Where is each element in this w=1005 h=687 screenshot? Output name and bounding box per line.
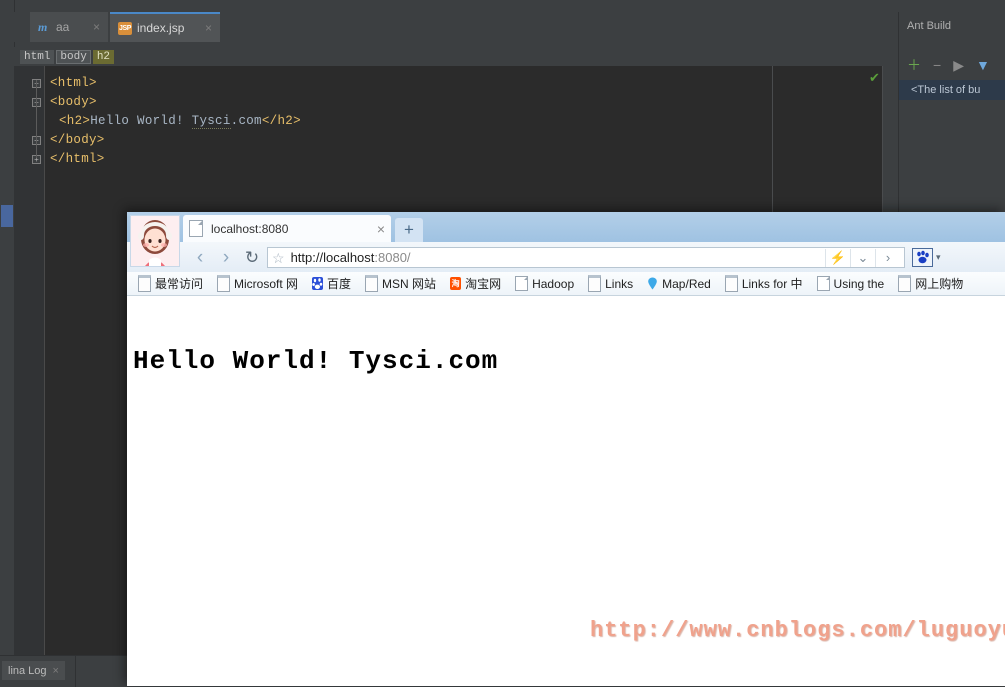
ant-build-toolbar: ＋ − ▶ ▼ — [899, 52, 1005, 78]
paw-icon[interactable] — [912, 247, 933, 267]
page-content: Hello World! Tysci.com http://www.cnblog… — [127, 296, 1005, 686]
breadcrumb-item-body[interactable]: body — [56, 49, 91, 64]
folder-icon — [138, 275, 151, 292]
chevron-right-icon[interactable]: › — [875, 248, 900, 267]
chevron-down-icon[interactable]: ⌄ — [850, 248, 875, 267]
page-icon — [515, 276, 529, 291]
editor-tab-index-jsp[interactable]: JSP index.jsp × — [110, 12, 220, 42]
bookmark-item[interactable]: Map/Red — [640, 277, 718, 291]
folder-icon — [365, 275, 379, 292]
folder-icon — [217, 275, 231, 292]
code-line[interactable]: </body> — [50, 133, 105, 147]
address-bar-actions: ⚡ ⌄ › — [825, 248, 900, 267]
watermark-text: http://www.cnblogs.com/luguoyuanf — [590, 618, 1005, 643]
address-bar[interactable]: ☆ http://localhost:8080/ ⚡ ⌄ › — [267, 247, 905, 268]
folder-icon — [724, 275, 738, 292]
taobao-icon: 淘 — [450, 277, 462, 290]
ant-build-empty-message[interactable]: <The list of bu — [899, 80, 1005, 100]
maven-icon: m — [38, 19, 48, 34]
status-separator — [75, 656, 76, 687]
bookmark-label: Links for 中 — [741, 277, 803, 291]
bookmark-item[interactable]: 网上购物 — [891, 275, 970, 292]
bookmark-label: 百度 — [327, 277, 352, 291]
bookmark-label: Map/Red — [662, 276, 711, 291]
new-tab-button[interactable]: + — [395, 218, 423, 242]
jsp-file-icon: JSP — [118, 21, 132, 35]
fold-connector — [36, 80, 37, 158]
bookmark-item[interactable]: MSN 网站 — [358, 275, 443, 292]
inspection-ok-icon[interactable]: ✔ — [869, 70, 880, 86]
editor-tab-label: index.jsp — [137, 21, 185, 35]
chevron-down-icon[interactable]: ▾ — [936, 252, 941, 263]
bookmark-item[interactable]: Microsoft 网 — [210, 275, 305, 292]
page-icon — [816, 276, 830, 291]
url-host: http://localhost — [290, 250, 375, 265]
run-build-button[interactable]: ▶ — [953, 58, 964, 72]
ant-build-title: Ant Build — [907, 20, 952, 32]
bookmark-label: MSN 网站 — [382, 277, 437, 291]
add-build-file-button[interactable]: ＋ — [907, 58, 921, 72]
bookmark-item[interactable]: Links for 中 — [718, 275, 810, 292]
folder-icon — [898, 275, 912, 292]
ide-left-toolwindow-strip[interactable] — [0, 0, 15, 655]
breadcrumb-item-h2[interactable]: h2 — [92, 49, 115, 64]
forward-icon[interactable]: › — [213, 248, 239, 267]
bookmark-item[interactable]: 最常访问 — [131, 275, 210, 292]
bookmark-star-icon[interactable]: ☆ — [272, 251, 285, 265]
log-tab-label: lina Log — [8, 664, 47, 677]
bookmark-item[interactable]: Links — [581, 275, 640, 292]
close-icon[interactable]: × — [377, 222, 385, 236]
breadcrumb-item-html[interactable]: html — [20, 49, 55, 64]
back-icon[interactable]: ‹ — [187, 248, 213, 267]
bookmark-item[interactable]: 百度 — [305, 275, 358, 292]
browser-tab-localhost[interactable]: localhost:8080 × — [183, 215, 391, 242]
bookmark-item[interactable]: Hadoop — [508, 276, 581, 291]
filter-targets-button[interactable]: ▼ — [976, 58, 990, 72]
code-line[interactable]: </html> — [50, 152, 105, 166]
browser-tab-label: localhost:8080 — [211, 221, 289, 236]
avatar — [130, 215, 180, 267]
bookmark-label: Using the — [833, 276, 885, 291]
editor-tab-bar: m aa × JSP index.jsp × — [14, 12, 883, 42]
bookmark-item[interactable]: Using the — [810, 276, 892, 291]
code-line[interactable]: <html> — [50, 76, 97, 90]
folder-icon — [588, 275, 602, 292]
baidu-icon — [312, 277, 324, 290]
tomcat-log-tab[interactable]: lina Log × — [2, 661, 65, 680]
browser-window: localhost:8080 × + ‹ › ↻ ↺ ☆ http://loca… — [127, 212, 1005, 686]
url-text: http://localhost:8080/ — [291, 250, 411, 265]
close-icon[interactable]: × — [93, 21, 100, 33]
breadcrumb: html body h2 — [14, 47, 883, 66]
code-line[interactable]: <body> — [50, 95, 97, 109]
left-strip-highlight — [1, 205, 13, 227]
remove-build-file-button[interactable]: − — [933, 58, 941, 72]
reload-icon[interactable]: ↻ — [239, 249, 265, 266]
bookmarks-bar: 最常访问 Microsoft 网 百度 MSN 网站淘淘宝网 Hadoop Links Ma… — [127, 272, 1005, 296]
page-icon — [189, 220, 203, 237]
bookmark-label: Hadoop — [532, 276, 575, 291]
close-icon[interactable]: × — [53, 665, 59, 677]
bookmark-label: 最常访问 — [155, 277, 204, 291]
lightning-icon[interactable]: ⚡ — [825, 248, 850, 267]
page-heading: Hello World! Tysci.com — [133, 345, 499, 376]
editor-tab-aa[interactable]: m aa × — [30, 12, 108, 42]
browser-extension-button[interactable]: ▾ — [912, 245, 957, 269]
code-line[interactable]: <h2>Hello World! Tysci.com</h2> — [59, 114, 301, 129]
bookmark-label: 网上购物 — [915, 277, 964, 291]
bookmark-label: Links — [605, 276, 634, 291]
bookmark-label: Microsoft 网 — [234, 277, 299, 291]
bookmark-label: 淘宝网 — [465, 277, 502, 291]
pin-icon — [647, 277, 658, 290]
close-icon[interactable]: × — [205, 22, 212, 34]
bookmark-item[interactable]: 淘淘宝网 — [443, 275, 508, 292]
url-port-path: :8080/ — [374, 250, 411, 265]
editor-tab-label: aa — [56, 20, 70, 34]
